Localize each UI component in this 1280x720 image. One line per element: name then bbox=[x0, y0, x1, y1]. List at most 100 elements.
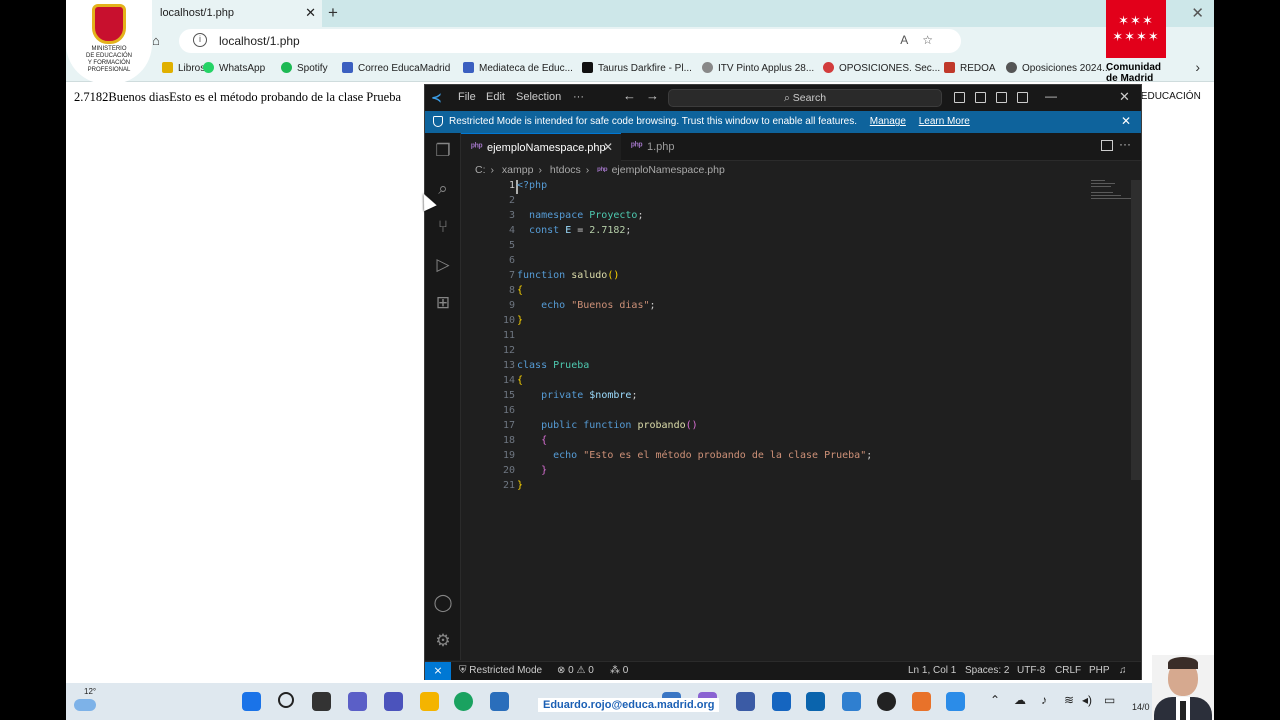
meet-icon[interactable] bbox=[384, 692, 403, 711]
bookmark-spotify[interactable]: Spotify bbox=[281, 62, 328, 74]
menu-edit[interactable]: Edit bbox=[486, 91, 505, 103]
toggle-sidebar-icon[interactable] bbox=[954, 92, 965, 103]
menu-selection[interactable]: Selection bbox=[516, 91, 561, 103]
browser-tab-localhost[interactable]: localhost/1.php ✕ bbox=[152, 0, 322, 27]
mail-icon[interactable] bbox=[772, 692, 791, 711]
bookmark-libros[interactable]: Libros bbox=[162, 62, 205, 74]
store-icon[interactable] bbox=[490, 692, 509, 711]
new-tab-button[interactable]: + bbox=[328, 3, 338, 23]
home-icon[interactable]: ⌂ bbox=[152, 33, 160, 48]
breadcrumb-drive[interactable]: C: bbox=[475, 164, 486, 176]
manage-link[interactable]: Manage bbox=[870, 116, 906, 127]
window-close-button[interactable]: ✕ bbox=[1191, 4, 1204, 22]
battery-icon[interactable]: ▭ bbox=[1104, 693, 1115, 707]
xampp-icon[interactable] bbox=[912, 692, 931, 711]
toggle-secondary-sidebar-icon[interactable] bbox=[996, 92, 1007, 103]
bookmark-oposiciones[interactable]: OPOSICIONES. Sec... bbox=[823, 62, 940, 74]
editor-scrollbar[interactable] bbox=[1131, 180, 1141, 480]
outlook-icon[interactable] bbox=[806, 692, 825, 711]
editor-tabs: ᵖʰᵖ ejemploNamespace.php ✕ ᵖʰᵖ 1.php ··· bbox=[461, 133, 1141, 161]
toggle-panel-icon[interactable] bbox=[975, 92, 986, 103]
menu-more[interactable]: ··· bbox=[573, 91, 584, 103]
notifications-bell-icon[interactable]: ♫ bbox=[1119, 665, 1127, 676]
onedrive-icon[interactable]: ☁ bbox=[1014, 693, 1026, 707]
line-number: 17 bbox=[502, 420, 515, 431]
close-tab-icon[interactable]: ✕ bbox=[603, 140, 613, 154]
eol-status[interactable]: CRLF bbox=[1055, 665, 1081, 676]
settings-gear-icon[interactable]: ⚙ bbox=[433, 631, 453, 651]
breadcrumb-htdocs[interactable]: htdocs bbox=[550, 164, 581, 176]
volume-icon[interactable]: ◂) bbox=[1082, 693, 1092, 707]
command-center-search[interactable]: ⌕ Search bbox=[668, 89, 942, 107]
bookmark-taurus[interactable]: Taurus Darkfire - Pl... bbox=[582, 62, 692, 74]
breadcrumb-separator: › bbox=[490, 164, 495, 176]
encoding-status[interactable]: UTF-8 bbox=[1017, 665, 1045, 676]
photos-icon[interactable] bbox=[842, 692, 861, 711]
address-bar[interactable]: i localhost/1.php A☆ bbox=[179, 29, 961, 53]
bookmark-correo[interactable]: Correo EducaMadrid bbox=[342, 62, 450, 74]
start-icon[interactable] bbox=[242, 692, 261, 711]
indentation-status[interactable]: Spaces: 2 bbox=[965, 665, 1009, 676]
coat-of-arms-icon bbox=[92, 4, 126, 44]
navigation-arrows-icon[interactable]: ←→ bbox=[623, 88, 669, 103]
teams-icon[interactable] bbox=[348, 692, 367, 711]
vscode-close-icon[interactable]: ✕ bbox=[1119, 89, 1130, 105]
vscode-taskbar-icon[interactable] bbox=[946, 692, 965, 711]
bookmark-oposiciones-2024[interactable]: Oposiciones 2024... bbox=[1006, 62, 1110, 74]
banner-close-icon[interactable]: ✕ bbox=[1121, 114, 1131, 128]
extensions-icon[interactable]: ⊞ bbox=[433, 293, 453, 313]
remote-indicator-icon[interactable]: ⨯ bbox=[425, 662, 451, 680]
php-file-icon: ᵖʰᵖ bbox=[597, 165, 608, 175]
run-debug-icon[interactable]: ▷ bbox=[433, 255, 453, 275]
split-editor-icon[interactable] bbox=[1101, 140, 1113, 151]
file-explorer-icon[interactable] bbox=[420, 692, 439, 711]
chrome-icon[interactable] bbox=[877, 692, 896, 711]
microphone-icon[interactable]: ♪ bbox=[1041, 693, 1047, 707]
line-number: 5 bbox=[508, 240, 515, 251]
problems-status[interactable]: ⊗ 0 ⚠ 0 bbox=[557, 665, 594, 676]
bookmark-redoa[interactable]: REDOA bbox=[944, 62, 996, 74]
favorite-star-icon[interactable]: A☆ bbox=[900, 33, 947, 47]
ministry-logo: MINISTERIO DE EDUCACIÓN Y FORMACIÓN PROF… bbox=[66, 0, 152, 84]
bookmark-itv[interactable]: ITV Pinto Applus 28... bbox=[702, 62, 814, 74]
source-control-icon[interactable]: ⑂ bbox=[433, 217, 453, 237]
menu-file[interactable]: File bbox=[458, 91, 476, 103]
cloud-icon bbox=[74, 699, 96, 711]
bookmark-mediateca[interactable]: Mediateca de Educ... bbox=[463, 62, 573, 74]
presenter-email: Eduardo.rojo@educa.madrid.org bbox=[538, 698, 720, 712]
line-number: 6 bbox=[508, 255, 515, 266]
more-actions-icon[interactable]: ··· bbox=[1119, 137, 1131, 151]
code-line-9: echo "Buenos dias"; bbox=[541, 300, 656, 311]
breadcrumb-xampp[interactable]: xampp bbox=[502, 164, 534, 176]
weather-widget[interactable]: 12° bbox=[74, 687, 102, 713]
breadcrumb-file[interactable]: ejemploNamespace.php bbox=[612, 164, 725, 176]
chevron-up-icon[interactable]: ⌃ bbox=[990, 693, 1000, 707]
customize-layout-icon[interactable] bbox=[1017, 92, 1028, 103]
tab-1-php[interactable]: ᵖʰᵖ 1.php bbox=[621, 133, 701, 161]
minimize-icon[interactable]: — bbox=[1045, 89, 1057, 103]
restricted-mode-status[interactable]: ⛨ Restricted Mode bbox=[459, 665, 542, 676]
code-line-17: public function probando() bbox=[541, 420, 698, 431]
tab-ejemplo-namespace[interactable]: ᵖʰᵖ ejemploNamespace.php ✕ bbox=[461, 133, 621, 161]
search-icon[interactable]: ⌕ bbox=[433, 179, 453, 199]
wifi-icon[interactable]: ≋ bbox=[1064, 693, 1074, 707]
close-tab-icon[interactable]: ✕ bbox=[305, 5, 316, 21]
vscode-logo-icon: ≺ bbox=[431, 90, 442, 105]
code-editor[interactable]: 1 2 3 4 5 6 7 8 9 10 11 12 13 14 15 16 1… bbox=[461, 180, 1137, 660]
learn-more-link[interactable]: Learn More bbox=[919, 116, 970, 127]
language-status[interactable]: PHP bbox=[1089, 665, 1110, 676]
remote-desktop-icon[interactable] bbox=[736, 692, 755, 711]
mediateca-icon bbox=[463, 62, 474, 73]
cursor-position-status[interactable]: Ln 1, Col 1 bbox=[908, 665, 956, 676]
taskbar: 12° Eduardo.rojo@educa.madrid.org ⌃ ☁ ♪ … bbox=[66, 683, 1214, 720]
explorer-icon[interactable]: ❐ bbox=[433, 141, 453, 161]
search-icon[interactable] bbox=[278, 692, 294, 708]
account-icon[interactable]: ◯ bbox=[433, 593, 453, 613]
site-info-icon[interactable]: i bbox=[193, 33, 207, 47]
chevron-right-icon[interactable]: › bbox=[1195, 59, 1200, 75]
task-view-icon[interactable] bbox=[312, 692, 331, 711]
edge-icon[interactable] bbox=[454, 692, 473, 711]
folder-icon bbox=[162, 62, 173, 73]
ports-status[interactable]: ⁂ 0 bbox=[610, 665, 628, 676]
bookmark-whatsapp[interactable]: WhatsApp bbox=[203, 62, 265, 74]
